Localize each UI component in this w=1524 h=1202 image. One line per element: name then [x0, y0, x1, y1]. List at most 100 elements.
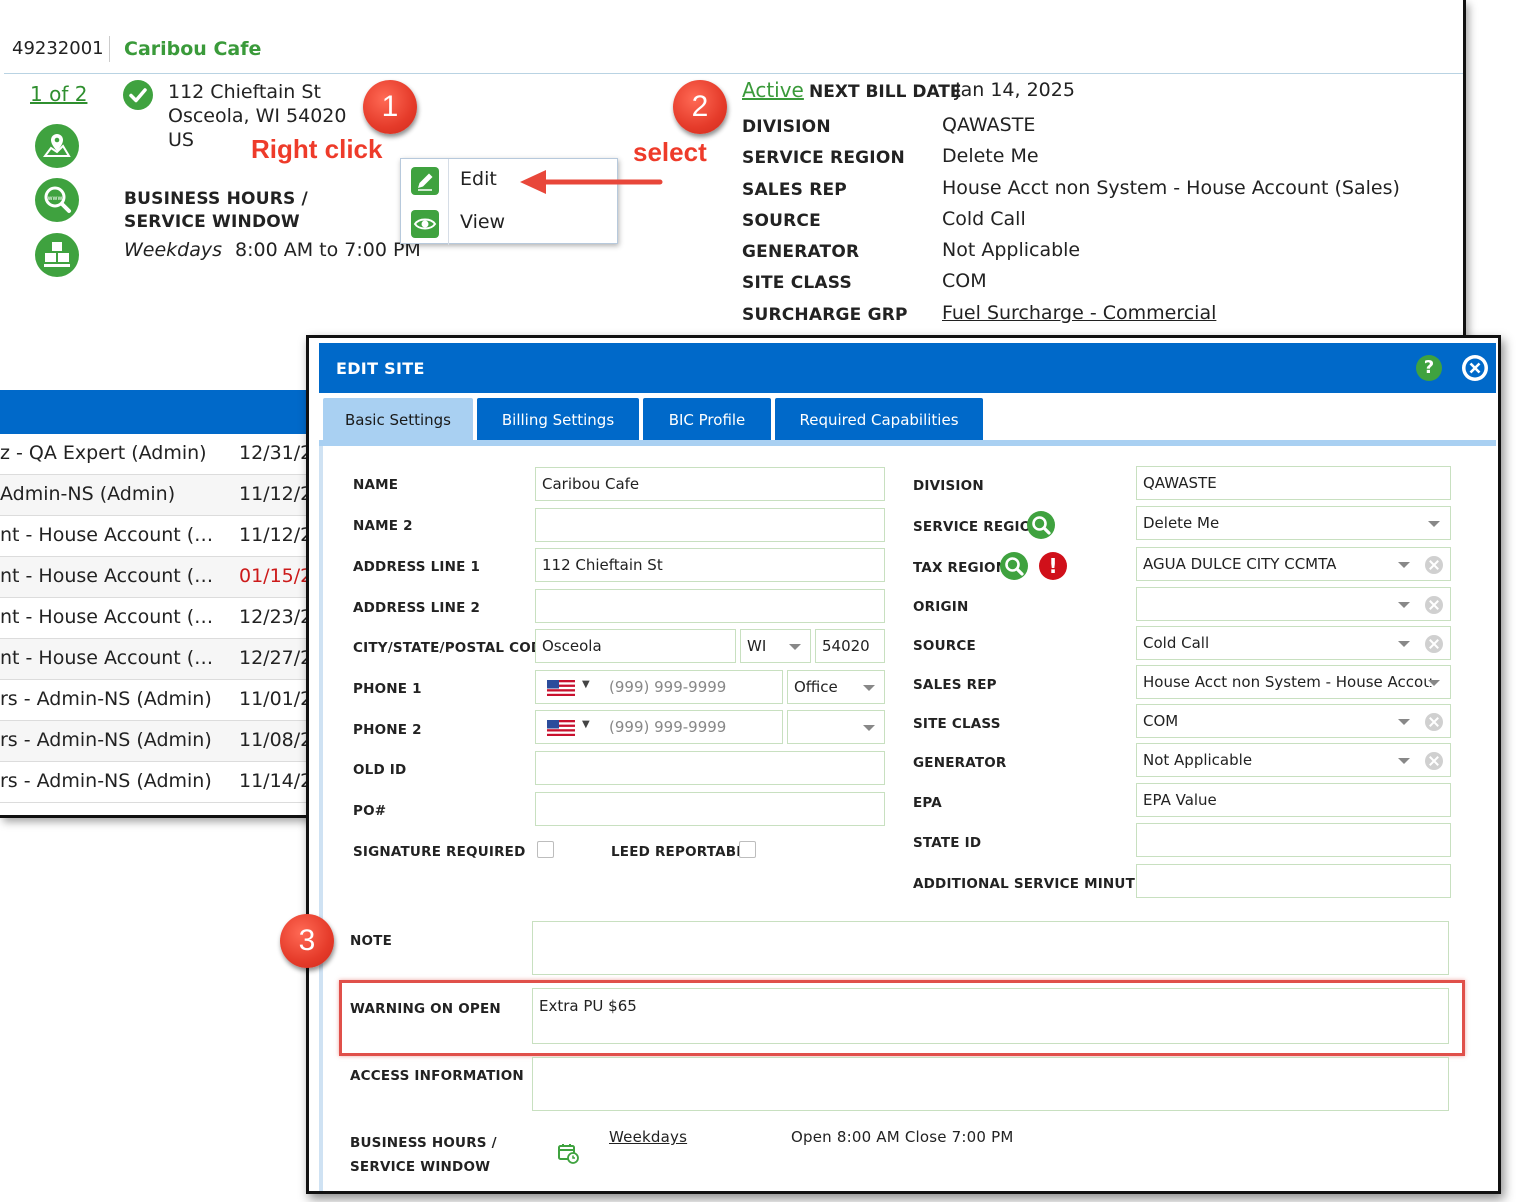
generator-value: Not Applicable	[1143, 751, 1253, 769]
old-id-input[interactable]	[535, 751, 885, 785]
leed-reportable-checkbox[interactable]	[739, 841, 756, 858]
note-textarea[interactable]	[532, 921, 1449, 975]
phone1-input[interactable]: ▼ (999) 999-9999	[535, 670, 783, 704]
epa-input[interactable]: EPA Value	[1136, 783, 1451, 817]
map-location-icon[interactable]	[35, 124, 79, 168]
clear-icon[interactable]	[1425, 556, 1443, 574]
service-region-search-icon[interactable]	[1027, 511, 1055, 539]
list-item-date: 11/14/2	[239, 770, 308, 792]
list-item-date: 11/12/2	[239, 524, 308, 546]
list-item[interactable]: nt - House Account (… 12/23/2	[0, 598, 308, 639]
phone2-type-select[interactable]	[787, 710, 885, 744]
list-item-date: 11/08/2	[239, 729, 308, 751]
state-select[interactable]: WI	[740, 629, 811, 663]
caret-down-icon[interactable]: ▼	[582, 679, 590, 690]
detail-row-division: DIVISION QAWASTE	[742, 114, 1442, 142]
note-label: NOTE	[350, 933, 393, 949]
list-item-text: nt - House Account (…	[0, 647, 214, 669]
context-menu-view-label: View	[460, 211, 506, 233]
annotation-right-click: Right click	[251, 134, 383, 164]
epa-label: EPA	[913, 795, 942, 811]
pager-link[interactable]: 1 of 2	[30, 82, 87, 106]
us-flag-icon	[547, 680, 575, 696]
state-select-value: WI	[747, 637, 767, 655]
list-item[interactable]: nt - House Account (… 01/15/2	[0, 557, 308, 598]
address1-input[interactable]: 112 Chieftain St	[535, 548, 885, 582]
status-link[interactable]: Active	[742, 78, 804, 102]
edit-site-dialog: EDIT SITE ? Basic Settings Billing Setti…	[306, 335, 1501, 1194]
warning-on-open-textarea[interactable]: Extra PU $65	[532, 988, 1449, 1044]
detail-row-sales-rep: SALES REP House Acct non System - House …	[742, 177, 1442, 205]
chevron-down-icon	[1398, 641, 1410, 647]
state-id-input[interactable]	[1136, 823, 1451, 857]
detail-key: SALES REP	[742, 180, 847, 200]
city-input[interactable]: Osceola	[535, 629, 736, 663]
origin-select[interactable]	[1136, 587, 1451, 621]
context-menu-view[interactable]: View	[401, 202, 619, 245]
list-item[interactable]: nt - House Account (… 11/12/2	[0, 516, 308, 557]
service-region-select[interactable]: Delete Me	[1136, 506, 1451, 540]
list-item[interactable]: Admin-NS (Admin) 11/12/2	[0, 475, 308, 516]
detail-value: COM	[942, 270, 987, 292]
list-item[interactable]: nt - House Account (… 12/27/2	[0, 639, 308, 680]
clear-icon[interactable]	[1425, 596, 1443, 614]
clear-icon[interactable]	[1425, 635, 1443, 653]
zip-input[interactable]: 54020	[815, 629, 885, 663]
chevron-down-icon	[1398, 758, 1410, 764]
close-icon[interactable]	[1462, 355, 1488, 381]
sales-rep-select[interactable]: House Acct non System - House Accou	[1136, 665, 1451, 699]
state-id-label: STATE ID	[913, 835, 982, 851]
address2-label: ADDRESS LINE 2	[353, 600, 481, 616]
division-input[interactable]: QAWASTE	[1136, 466, 1451, 500]
containers-icon[interactable]	[35, 233, 79, 277]
web-search-icon[interactable]: www	[35, 178, 79, 222]
pencil-icon	[411, 167, 439, 195]
help-icon[interactable]: ?	[1416, 355, 1442, 381]
tab-basic-settings[interactable]: Basic Settings	[323, 398, 473, 445]
access-information-textarea[interactable]	[532, 1057, 1449, 1111]
next-bill-date-value: Jan 14, 2025	[955, 79, 1075, 101]
clear-icon[interactable]	[1425, 713, 1443, 731]
generator-label: GENERATOR	[913, 755, 1007, 771]
service-region-label: SERVICE REGION	[913, 519, 1043, 535]
tab-bic-profile[interactable]: BIC Profile	[643, 398, 771, 445]
source-select[interactable]: Cold Call	[1136, 626, 1451, 660]
caret-down-icon[interactable]: ▼	[582, 719, 590, 730]
site-class-select[interactable]: COM	[1136, 704, 1451, 738]
list-item[interactable]: rs - Admin-NS (Admin) 11/14/2	[0, 762, 308, 803]
business-hours-days-link[interactable]: Weekdays	[609, 1128, 687, 1146]
clear-icon[interactable]	[1425, 752, 1443, 770]
detail-key: SURCHARGE GRP	[742, 305, 908, 325]
generator-select[interactable]: Not Applicable	[1136, 743, 1451, 777]
signature-required-checkbox[interactable]	[537, 841, 554, 858]
list-item[interactable]: rs - Admin-NS (Admin) 11/01/2	[0, 680, 308, 721]
phone1-type-value: Office	[794, 678, 838, 696]
list-item-text: Admin-NS (Admin)	[0, 483, 176, 505]
tab-billing-settings[interactable]: Billing Settings	[477, 398, 639, 445]
phone2-label: PHONE 2	[353, 722, 422, 738]
name-input[interactable]: Caribou Cafe	[535, 467, 885, 501]
phone1-type-select[interactable]: Office	[787, 670, 885, 704]
header-rule	[4, 73, 1463, 74]
source-value: Cold Call	[1143, 634, 1210, 652]
access-information-label: ACCESS INFORMATION	[350, 1068, 524, 1084]
calendar-clock-icon[interactable]	[557, 1142, 579, 1164]
tax-region-value: AGUA DULCE CITY CCMTA	[1143, 555, 1337, 573]
dialog-title-bar: EDIT SITE ?	[319, 343, 1496, 393]
surcharge-group-link[interactable]: Fuel Surcharge - Commercial	[942, 302, 1216, 324]
name2-input[interactable]	[535, 508, 885, 542]
tab-required-capabilities[interactable]: Required Capabilities	[775, 398, 983, 445]
tax-region-search-icon[interactable]	[1000, 552, 1028, 580]
phone2-input[interactable]: ▼ (999) 999-9999	[535, 710, 783, 744]
list-item-text: nt - House Account (…	[0, 565, 214, 587]
list-item[interactable]: rs - Admin-NS (Admin) 11/08/2	[0, 721, 308, 762]
origin-label: ORIGIN	[913, 599, 969, 615]
header-divider	[109, 36, 110, 62]
additional-service-minutes-input[interactable]	[1136, 864, 1451, 898]
detail-key: SITE CLASS	[742, 273, 852, 293]
list-item[interactable]: z - QA Expert (Admin) 12/31/2	[0, 434, 308, 475]
address2-input[interactable]	[535, 589, 885, 623]
tax-region-select[interactable]: AGUA DULCE CITY CCMTA	[1136, 547, 1451, 581]
po-input[interactable]	[535, 792, 885, 826]
chevron-down-icon	[863, 725, 875, 731]
